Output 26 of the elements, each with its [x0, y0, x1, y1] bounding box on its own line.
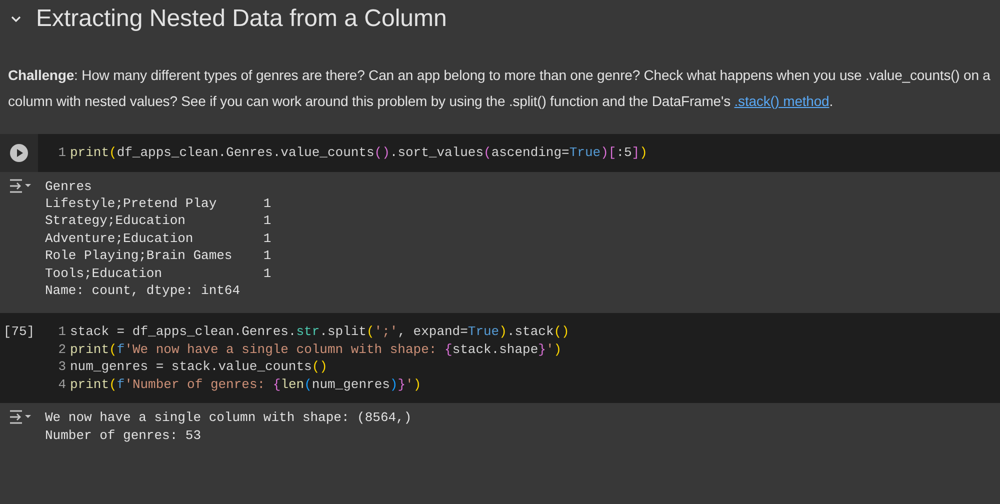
code-line: print(df_apps_clean.Genres.value_counts().sort_values(ascending=True)[:5]) — [70, 144, 648, 162]
code-line: stack = df_apps_clean.Genres.str.split(';', expand=True).stack() — [70, 323, 570, 341]
output-line: Name: count, dtype: int64 — [45, 282, 242, 300]
output-line: Genres — [45, 178, 93, 195]
output-line: Adventure;Education 1 — [45, 230, 272, 248]
code-cell[interactable]: 1 print(df_apps_clean.Genres.value_counts().sort_values(ascending=True)[:5]) — [0, 134, 1000, 172]
output-line: Tools;Education 1 — [45, 264, 272, 282]
line-number: 2 — [57, 340, 66, 358]
code-line: print(f'Number of genres: {len(num_genres)}') — [70, 376, 422, 394]
code-line: print(f'We now have a single column with shape: {stack.shape}') — [70, 340, 562, 358]
execution-count: [75] — [3, 324, 35, 340]
line-number: 1 — [57, 144, 66, 162]
line-number: 4 — [57, 376, 66, 394]
output-line: We now have a single column with shape: (8564,) — [45, 409, 412, 427]
line-number: 3 — [57, 358, 66, 376]
code-line: num_genres = stack.value_counts() — [70, 358, 328, 376]
section-title: Extracting Nested Data from a Column — [36, 5, 447, 33]
line-number: 1 — [57, 323, 66, 341]
code-cell[interactable] — [0, 313, 1000, 404]
output-line: Lifestyle;Pretend Play 1 — [45, 194, 272, 212]
challenge-text: Challenge: How many different types of genres are there? Can an app belong to more than one genre? Check what happens when you use .value_counts() on a column with nested values? See if you can work around this problem by using the .split() function and the DataFrame's .stack() method. — [8, 66, 992, 111]
run-button[interactable] — [9, 143, 29, 163]
output-line: Strategy;Education 1 — [45, 212, 272, 230]
output-line: Role Playing;Brain Games 1 — [45, 247, 272, 265]
stack-method-link[interactable]: .stack() method — [734, 93, 830, 109]
output-line: Number of genres: 53 — [45, 426, 202, 444]
